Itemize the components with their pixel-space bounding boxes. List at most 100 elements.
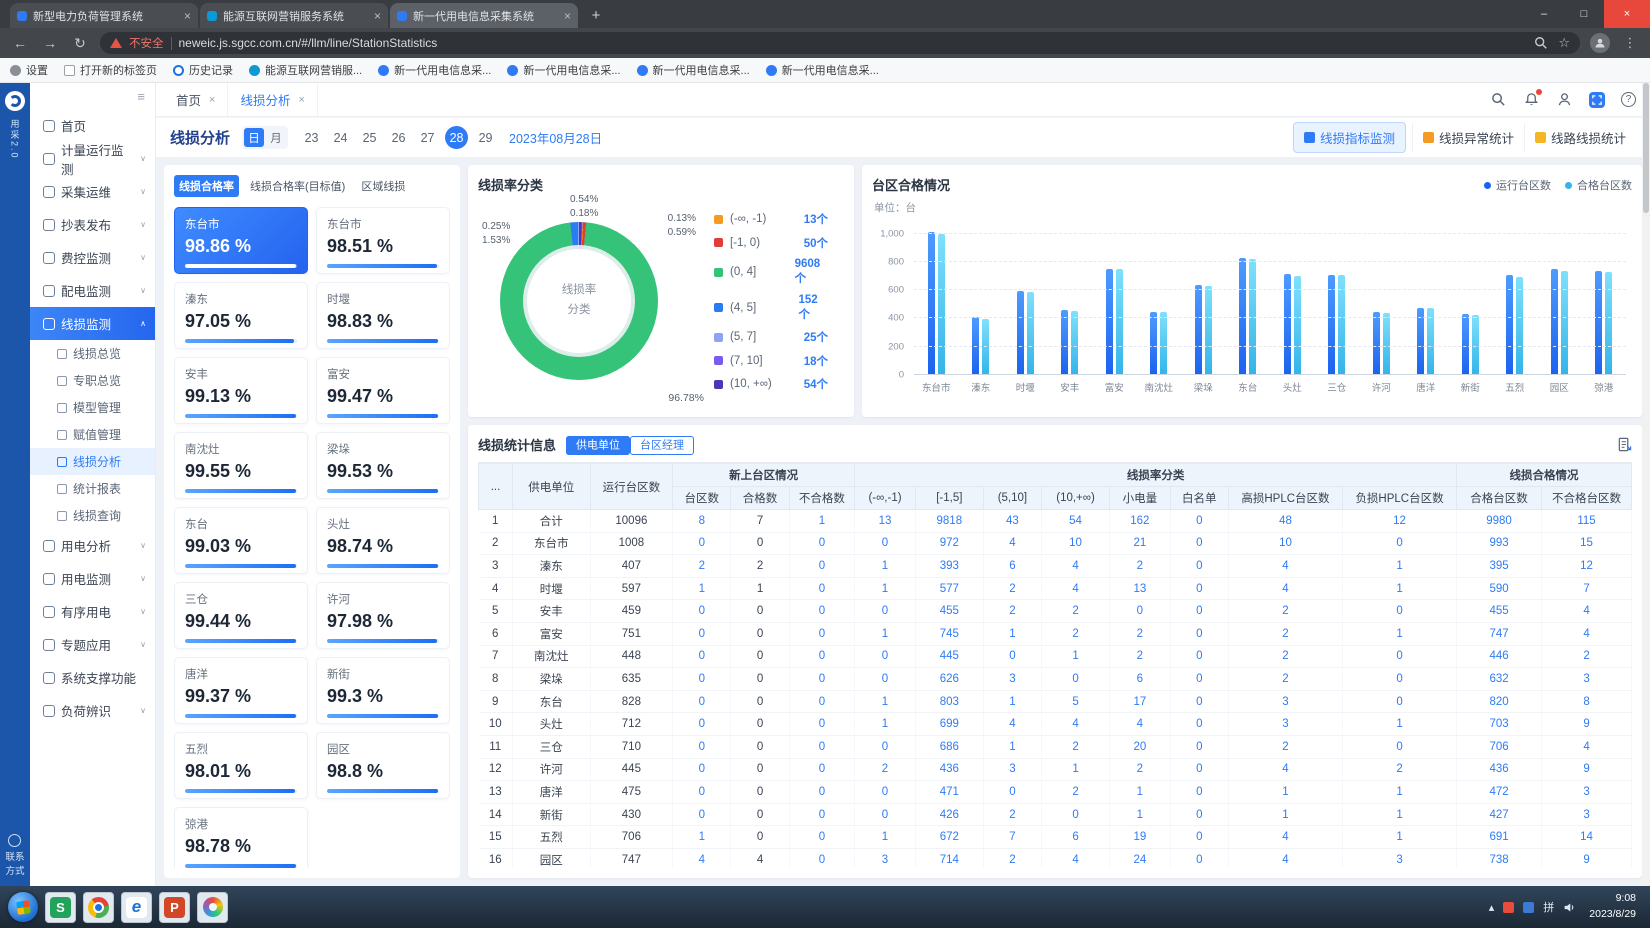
rate-card[interactable]: 富安99.47 % [316, 357, 450, 424]
table-cell-link[interactable]: 0 [789, 645, 855, 668]
table-cell-link[interactable]: 0 [1170, 826, 1228, 849]
table-cell-link[interactable]: 0 [789, 735, 855, 758]
rate-card[interactable]: 东台市98.86 % [174, 207, 308, 274]
refresh-button[interactable]: ↻ [70, 35, 90, 52]
table-cell-link[interactable]: 3 [1228, 713, 1342, 736]
legend-count[interactable]: 18个 [804, 353, 844, 369]
window-minimize-button[interactable]: – [1524, 0, 1564, 28]
table-cell-link[interactable]: 0 [789, 555, 855, 578]
table-cell-link[interactable]: 455 [1457, 600, 1542, 623]
bookmark-item[interactable]: 新一代用电信息采... [507, 62, 620, 78]
bookmark-item[interactable]: 打开新的标签页 [64, 62, 157, 78]
donut-legend-item[interactable]: (0, 4]9608个 [714, 258, 844, 286]
table-cell-link[interactable]: 4 [1042, 713, 1110, 736]
table-cell-link[interactable]: 3 [1228, 690, 1342, 713]
table-cell-link[interactable]: 446 [1457, 645, 1542, 668]
table-cell-link[interactable]: 2 [1228, 735, 1342, 758]
rate-card[interactable]: 唐洋99.37 % [174, 657, 308, 724]
table-cell-link[interactable]: 4 [1542, 600, 1632, 623]
table-cell-link[interactable]: 9818 [915, 510, 983, 533]
table-cell-link[interactable]: 2 [983, 600, 1041, 623]
table-cell-link[interactable]: 0 [673, 735, 731, 758]
date-button-23[interactable]: 23 [300, 126, 323, 149]
table-cell-link[interactable]: 0 [789, 848, 855, 868]
sidebar-item-load-identify[interactable]: 负荷辨识∨ [30, 694, 155, 727]
bookmark-star-icon[interactable]: ☆ [1558, 35, 1570, 51]
table-cell-link[interactable]: 2 [1110, 622, 1171, 645]
table-cell-link[interactable]: 699 [915, 713, 983, 736]
table-cell-link[interactable]: 7 [1542, 577, 1632, 600]
table-cell-link[interactable]: 820 [1457, 690, 1542, 713]
table-cell-link[interactable]: 703 [1457, 713, 1542, 736]
table-cell-link[interactable]: 0 [673, 668, 731, 691]
search-icon[interactable] [1490, 91, 1507, 108]
help-icon[interactable]: ? [1621, 92, 1636, 107]
table-cell-link[interactable]: 0 [789, 690, 855, 713]
table-cell-link[interactable]: 14 [1542, 826, 1632, 849]
ime-indicator[interactable]: 拼 [1543, 899, 1554, 915]
legend-count[interactable]: 13个 [804, 211, 844, 227]
table-cell-link[interactable]: 0 [1170, 577, 1228, 600]
notification-bell-icon[interactable] [1523, 91, 1540, 108]
table-cell-link[interactable]: 1 [1228, 803, 1342, 826]
table-cell-link[interactable]: 1 [673, 826, 731, 849]
window-maximize-button[interactable]: □ [1564, 0, 1604, 28]
app-tab-close-icon[interactable]: × [298, 94, 304, 106]
tab-regional-loss[interactable]: 区域线损 [356, 175, 410, 197]
table-cell-link[interactable]: 2 [1542, 645, 1632, 668]
sidebar-item-metering-monitor[interactable]: 计量运行监测∨ [30, 142, 155, 175]
bookmark-item[interactable]: 新一代用电信息采... [378, 62, 491, 78]
table-cell-link[interactable]: 2 [1042, 600, 1110, 623]
contact-button[interactable]: 联系 方式 [5, 834, 24, 878]
table-cell-link[interactable]: 1 [1042, 758, 1110, 781]
table-cell-link[interactable]: 1 [983, 622, 1041, 645]
date-button-26[interactable]: 26 [387, 126, 410, 149]
bookmark-item[interactable]: 新一代用电信息采... [766, 62, 879, 78]
table-cell-link[interactable]: 0 [1170, 690, 1228, 713]
taskbar-powerpoint-icon[interactable]: P [159, 892, 190, 923]
bookmark-item[interactable]: 新一代用电信息采... [637, 62, 750, 78]
table-cell-link[interactable]: 0 [789, 803, 855, 826]
table-cell-link[interactable]: 4 [1542, 622, 1632, 645]
table-cell-link[interactable]: 0 [1042, 803, 1110, 826]
export-icon[interactable] [1617, 437, 1632, 452]
table-cell-link[interactable]: 0 [1170, 848, 1228, 868]
table-cell-link[interactable]: 0 [673, 690, 731, 713]
sidebar-item-power-monitor[interactable]: 用电监测∨ [30, 562, 155, 595]
table-cell-link[interactable]: 2 [1228, 668, 1342, 691]
table-cell-link[interactable]: 0 [1110, 600, 1171, 623]
window-close-button[interactable]: × [1604, 0, 1650, 28]
table-cell-link[interactable]: 3 [1542, 803, 1632, 826]
table-cell-link[interactable]: 4 [1542, 735, 1632, 758]
browser-tab[interactable]: 新一代用电信息采集系统× [390, 3, 578, 28]
table-cell-link[interactable]: 0 [673, 803, 731, 826]
table-cell-link[interactable]: 0 [673, 532, 731, 555]
table-cell-link[interactable]: 395 [1457, 555, 1542, 578]
table-cell-link[interactable]: 1 [1343, 577, 1457, 600]
sidebar-collapse-icon[interactable]: ≡ [137, 89, 145, 104]
table-cell-link[interactable]: 0 [1170, 781, 1228, 804]
month-mode-button[interactable]: 月 [266, 128, 286, 147]
sidebar-item-distribution-monitor[interactable]: 配电监测∨ [30, 274, 155, 307]
table-cell-link[interactable]: 0 [789, 826, 855, 849]
rate-card[interactable]: 溱东97.05 % [174, 282, 308, 349]
table-cell-link[interactable]: 0 [1170, 713, 1228, 736]
table-cell-link[interactable]: 714 [915, 848, 983, 868]
app-tab-首页[interactable]: 首页× [164, 83, 228, 116]
table-cell-link[interactable]: 1 [855, 622, 916, 645]
table-cell-link[interactable]: 672 [915, 826, 983, 849]
table-cell-link[interactable]: 162 [1110, 510, 1171, 533]
table-cell-link[interactable]: 2 [1343, 758, 1457, 781]
table-cell-link[interactable]: 43 [983, 510, 1041, 533]
table-cell-link[interactable]: 4 [1228, 848, 1342, 868]
table-cell-link[interactable]: 4 [1042, 555, 1110, 578]
day-mode-button[interactable]: 日 [244, 128, 264, 147]
legend-count[interactable]: 25个 [804, 329, 844, 345]
back-button[interactable]: ← [10, 35, 30, 51]
legend-count[interactable]: 54个 [804, 376, 844, 392]
table-cell-link[interactable]: 4 [983, 532, 1041, 555]
table-cell-link[interactable]: 2 [1042, 622, 1110, 645]
tab-close-icon[interactable]: × [184, 9, 191, 23]
table-cell-link[interactable]: 3 [855, 848, 916, 868]
table-cell-link[interactable]: 472 [1457, 781, 1542, 804]
